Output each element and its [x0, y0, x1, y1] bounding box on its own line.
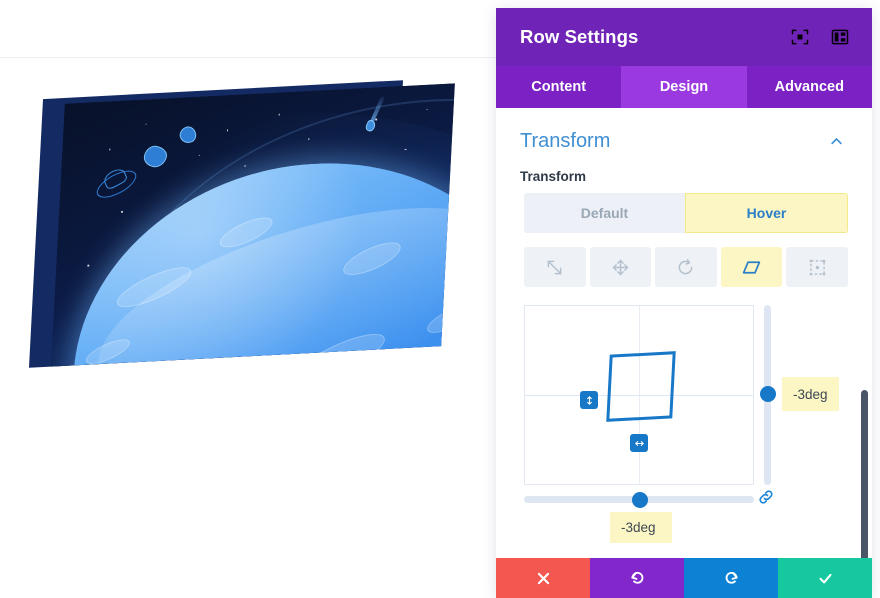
origin-icon — [809, 259, 826, 275]
panel-header: Row Settings — [496, 8, 872, 66]
skew-icon — [742, 260, 761, 274]
vertical-resize-icon — [586, 395, 592, 405]
check-icon — [818, 573, 832, 583]
focus-target-icon[interactable] — [790, 27, 810, 47]
panel-title: Row Settings — [520, 26, 639, 47]
undo-button[interactable] — [590, 558, 684, 598]
space-planet-illustration[interactable] — [28, 80, 455, 371]
transform-mode-scale[interactable] — [524, 247, 586, 287]
skew-vertical-slider-knob[interactable] — [760, 386, 776, 402]
skew-horizontal-value-tooltip: -3deg — [610, 512, 672, 543]
illustration-front-layer — [51, 83, 455, 367]
chevron-up-icon[interactable] — [829, 134, 844, 149]
transform-canvas-box[interactable] — [524, 305, 754, 485]
state-toggle-default[interactable]: Default — [524, 193, 685, 233]
save-button[interactable] — [778, 558, 872, 598]
skew-horizontal-slider-knob[interactable] — [632, 492, 648, 508]
redo-icon — [725, 571, 738, 584]
layout-panel-icon[interactable] — [830, 27, 850, 47]
section-title: Transform — [520, 130, 611, 152]
transform-mode-group — [524, 247, 848, 287]
tab-design[interactable]: Design — [621, 66, 747, 108]
page-preview-area — [0, 0, 496, 598]
transform-mode-skew[interactable] — [720, 247, 783, 287]
skew-vertical-value-tooltip: -3deg — [782, 377, 839, 411]
transform-mode-move[interactable] — [589, 247, 652, 287]
close-icon — [537, 572, 549, 584]
panel-header-actions — [790, 27, 850, 47]
page-divider — [0, 57, 496, 58]
rotate-icon — [679, 258, 693, 274]
state-toggle-hover[interactable]: Hover — [685, 193, 848, 233]
skew-preview-shape[interactable] — [606, 351, 676, 422]
scale-icon — [547, 260, 562, 274]
transform-section-header[interactable]: Transform — [496, 108, 872, 159]
broken-link-icon[interactable] — [756, 487, 776, 507]
panel-scrollbar[interactable] — [861, 390, 868, 558]
panel-footer — [496, 558, 872, 598]
transform-canvas: -3deg -3deg broken-link-icon — [524, 305, 839, 543]
app-root: Row Settings Content Design Advanced Tra… — [0, 0, 880, 598]
panel-tabs: Content Design Advanced — [496, 66, 872, 108]
state-toggle: Default Hover — [524, 193, 848, 233]
undo-icon — [630, 571, 643, 584]
tab-content[interactable]: Content — [496, 66, 622, 108]
move-icon — [612, 259, 629, 275]
row-settings-panel: Row Settings Content Design Advanced Tra… — [496, 8, 872, 598]
skew-handle-horizontal[interactable] — [630, 434, 648, 452]
cancel-button[interactable] — [496, 558, 590, 598]
panel-body: Transform Transform Default Hover -3deg … — [496, 108, 872, 558]
transform-mode-rotate[interactable] — [655, 247, 717, 287]
skew-handle-vertical[interactable] — [580, 391, 598, 409]
transform-field-label: Transform — [520, 169, 587, 184]
tab-advanced[interactable]: Advanced — [746, 66, 872, 108]
transform-mode-origin[interactable] — [786, 247, 848, 287]
redo-button[interactable] — [684, 558, 778, 598]
horizontal-resize-icon — [634, 440, 644, 446]
